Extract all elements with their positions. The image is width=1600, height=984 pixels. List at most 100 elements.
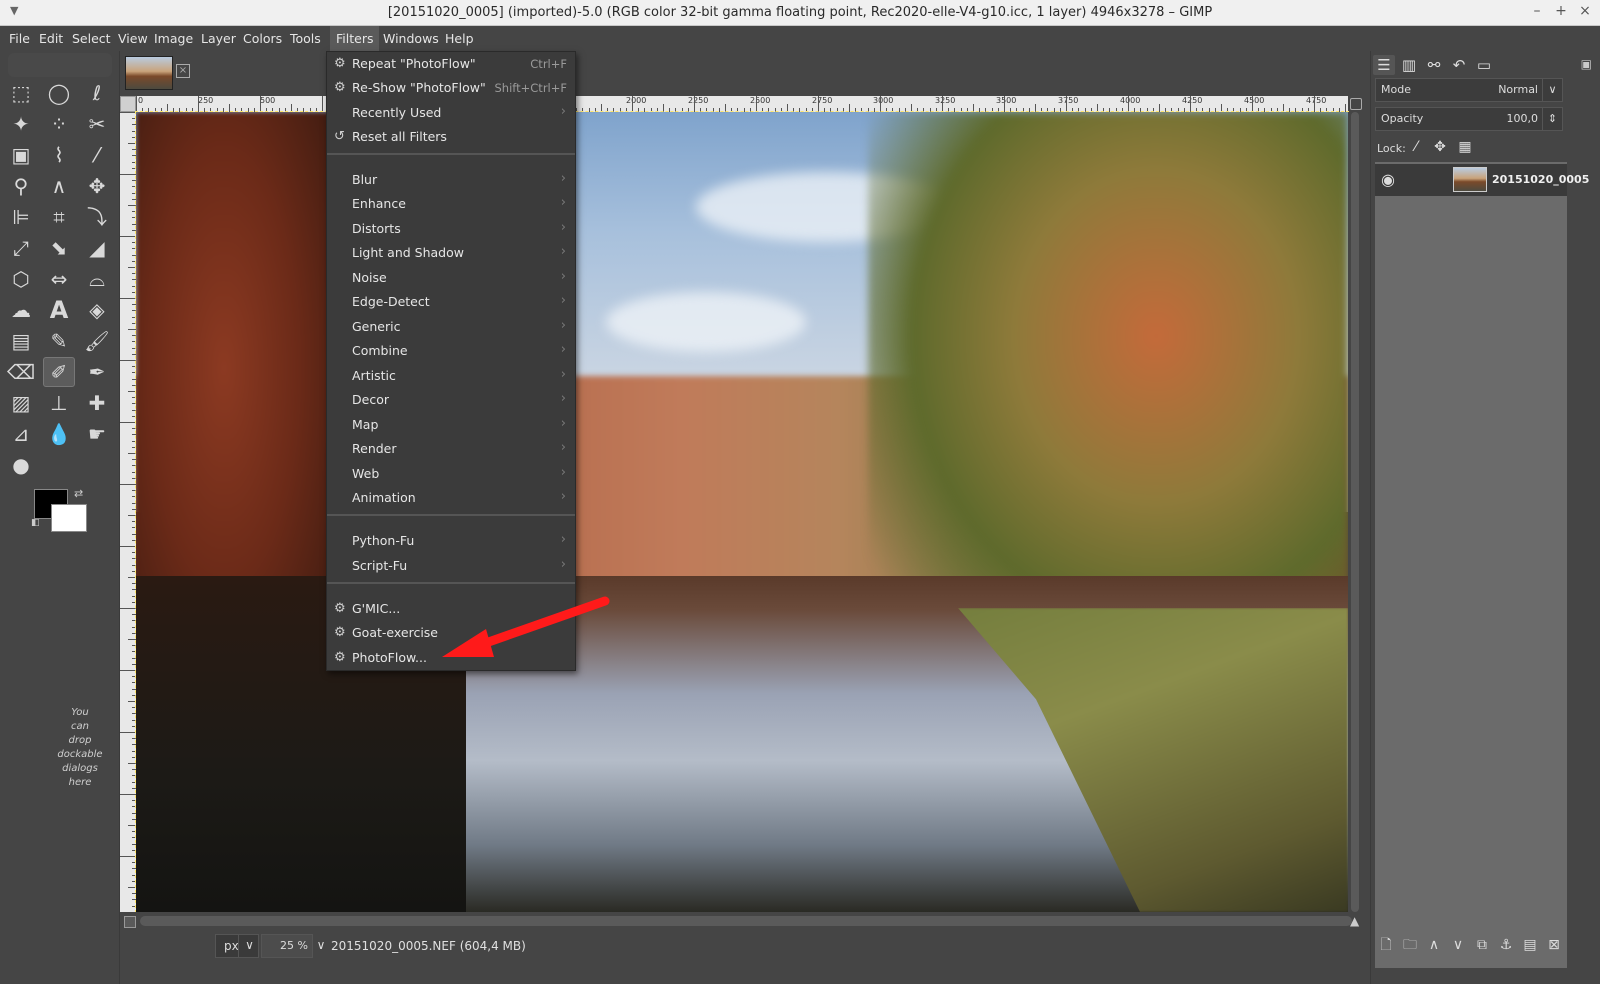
vertical-ruler[interactable]	[120, 112, 136, 913]
swap-colors-icon[interactable]: ⇄	[74, 487, 83, 500]
flip-icon[interactable]: ⇔	[43, 264, 75, 294]
heal-icon[interactable]: ✚	[81, 388, 113, 418]
rect-select-icon[interactable]: ⬚	[5, 78, 37, 108]
crop-icon[interactable]: ⌗	[43, 202, 75, 232]
paths-tab-icon[interactable]: ⚯	[1423, 55, 1445, 75]
gradient-icon[interactable]: ▤	[5, 326, 37, 356]
duplicate-layer-icon[interactable]: ⧉	[1471, 933, 1493, 957]
smudge-icon[interactable]: ☛	[81, 419, 113, 449]
menu-help[interactable]: Help	[439, 26, 480, 51]
paintbrush-icon[interactable]: 🖌	[81, 326, 113, 356]
lock-alpha-icon[interactable]: ▦	[1456, 139, 1474, 155]
ink-icon[interactable]: ✒	[81, 357, 113, 387]
move-icon[interactable]: ✥	[81, 171, 113, 201]
3d-transform-icon[interactable]: ⬡	[5, 264, 37, 294]
menu-item-reset-filters[interactable]: ↺ Reset all Filters	[327, 125, 575, 149]
menu-item-decor[interactable]: Decor ›	[327, 388, 575, 412]
zoom-field[interactable]: 25 %	[261, 934, 313, 958]
chevron-down-icon[interactable]: ∨	[238, 934, 260, 958]
menu-item-animation[interactable]: Animation ›	[327, 486, 575, 510]
pencil-icon[interactable]: ✎	[43, 326, 75, 356]
eye-icon[interactable]: ◉	[1381, 170, 1395, 189]
menu-file[interactable]: File	[3, 26, 36, 51]
new-layer-group-icon[interactable]: 🗀	[1399, 933, 1421, 957]
menu-item-enhance[interactable]: Enhance ›	[327, 192, 575, 216]
zoom-icon[interactable]: ⚲	[5, 171, 37, 201]
close-window-button[interactable]: ×	[1576, 3, 1594, 19]
perspective-clone-icon[interactable]: ⊿	[5, 419, 37, 449]
horizontal-scrollbar[interactable]	[120, 912, 1360, 930]
background-color-swatch[interactable]	[51, 504, 87, 532]
menu-windows[interactable]: Windows	[377, 26, 445, 51]
horizontal-scroll-thumb[interactable]	[140, 916, 1352, 926]
delete-layer-icon[interactable]: ⊠	[1543, 933, 1565, 957]
menu-tools[interactable]: Tools	[284, 26, 327, 51]
dodge-burn-icon[interactable]: ●	[5, 450, 37, 480]
chevron-down-icon[interactable]: ∨	[314, 934, 328, 958]
menu-select[interactable]: Select	[66, 26, 117, 51]
ellipse-select-icon[interactable]: ◯	[43, 78, 75, 108]
fuzzy-select-icon[interactable]: ✦	[5, 109, 37, 139]
menu-item-blur[interactable]: Blur ›	[327, 168, 575, 192]
align-icon[interactable]: ⊫	[5, 202, 37, 232]
lock-position-icon[interactable]: ✥	[1431, 139, 1449, 155]
color-picker-icon[interactable]: ⁄	[81, 140, 113, 170]
navigate-corner-button[interactable]	[120, 96, 136, 112]
zoom-fit-button[interactable]	[1350, 98, 1362, 110]
airbrush-icon[interactable]: ✐	[43, 357, 75, 387]
shear-icon[interactable]: ⬊	[43, 233, 75, 263]
scissors-select-icon[interactable]: ✂	[81, 109, 113, 139]
stepper-icon[interactable]: ⇕	[1542, 108, 1562, 130]
bucket-fill-icon[interactable]: ◈	[81, 295, 113, 325]
by-color-select-icon[interactable]: ⁘	[43, 109, 75, 139]
foreground-select-icon[interactable]: ▣	[5, 140, 37, 170]
navigate-icon[interactable]: ▲	[1350, 914, 1359, 928]
image-tab-thumbnail[interactable]	[125, 56, 173, 90]
chevron-down-icon[interactable]: ∨	[1542, 79, 1562, 101]
menu-item-noise[interactable]: Noise ›	[327, 266, 575, 290]
cage-transform-icon[interactable]: ⌓	[81, 264, 113, 294]
menu-edit[interactable]: Edit	[33, 26, 69, 51]
menu-item-python-fu[interactable]: Python-Fu ›	[327, 529, 575, 553]
images-tab-icon[interactable]: ▭	[1473, 55, 1495, 75]
vertical-scrollbar[interactable]	[1348, 112, 1362, 912]
paths-icon[interactable]: ⌇	[43, 140, 75, 170]
maximize-button[interactable]: +	[1552, 3, 1570, 19]
minimize-button[interactable]: –	[1528, 3, 1546, 19]
image-canvas[interactable]	[135, 111, 1349, 913]
layer-row[interactable]: ◉ 20151020_0005	[1375, 164, 1589, 196]
lock-pixels-icon[interactable]: ⁄	[1407, 139, 1425, 155]
dock-menu-icon[interactable]: ▣	[1581, 57, 1592, 71]
menu-item-recently-used[interactable]: Recently Used ›	[327, 101, 575, 125]
blur-sharpen-icon[interactable]: 💧	[43, 419, 75, 449]
menu-item-distorts[interactable]: Distorts ›	[327, 217, 575, 241]
raise-layer-icon[interactable]: ∧	[1423, 933, 1445, 957]
new-layer-icon[interactable]: 🗋	[1375, 933, 1397, 957]
perspective-icon[interactable]: ◢	[81, 233, 113, 263]
warp-transform-icon[interactable]: ☁	[5, 295, 37, 325]
rotate-icon[interactable]: ⤵	[81, 202, 113, 232]
menu-colors[interactable]: Colors	[237, 26, 288, 51]
undo-tab-icon[interactable]: ↶	[1448, 55, 1470, 75]
close-icon[interactable]: ×	[176, 64, 190, 78]
menu-image[interactable]: Image	[148, 26, 199, 51]
free-select-icon[interactable]: ℓ	[81, 78, 113, 108]
vertical-scroll-thumb[interactable]	[1351, 112, 1359, 912]
reset-colors-icon[interactable]: ◧	[31, 518, 40, 528]
menu-item-script-fu[interactable]: Script-Fu ›	[327, 554, 575, 578]
menu-item-artistic[interactable]: Artistic ›	[327, 364, 575, 388]
menu-item-combine[interactable]: Combine ›	[327, 339, 575, 363]
menu-item-web[interactable]: Web ›	[327, 462, 575, 486]
layer-mode-select[interactable]: Mode Normal ∨	[1375, 78, 1563, 102]
mask-icon[interactable]: ▤	[1519, 933, 1541, 957]
quick-mask-toggle[interactable]	[124, 916, 136, 928]
text-tool-icon[interactable]: A	[43, 295, 75, 325]
layers-tab-icon[interactable]: ☰	[1373, 55, 1395, 75]
menu-layer[interactable]: Layer	[195, 26, 242, 51]
menu-item-map[interactable]: Map ›	[327, 413, 575, 437]
menu-item-generic[interactable]: Generic ›	[327, 315, 575, 339]
measure-icon[interactable]: ∧	[43, 171, 75, 201]
anchor-layer-icon[interactable]: ⚓	[1495, 933, 1517, 957]
channels-tab-icon[interactable]: ▥	[1398, 55, 1420, 75]
menu-item-reshow-filter[interactable]: ⚙ Re-Show "PhotoFlow" Shift+Ctrl+F	[327, 76, 575, 100]
